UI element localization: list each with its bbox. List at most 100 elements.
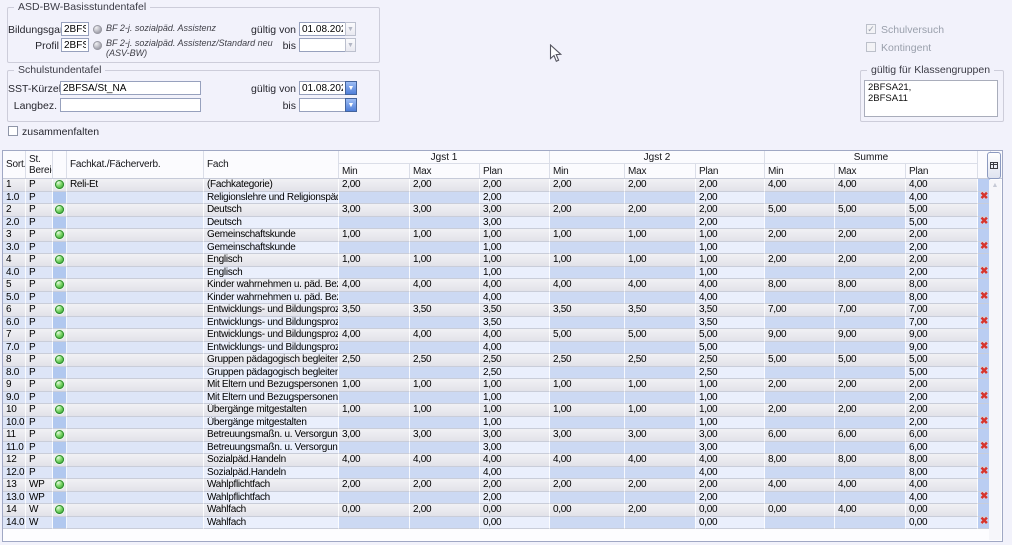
cell-jgst1-plan[interactable]: 1,00 <box>480 267 550 280</box>
cell-summe-plan[interactable]: 8,00 <box>906 454 978 467</box>
basis-gueltig-von-input[interactable] <box>299 22 346 36</box>
cell-jgst2-plan[interactable]: 1,00 <box>696 417 765 430</box>
cell-summe-plan[interactable]: 4,00 <box>906 479 978 492</box>
cell-summe-min[interactable]: 7,00 <box>765 304 835 317</box>
table-row[interactable]: 1.0 P Religionslehre und Religionspädago… <box>3 192 991 205</box>
cell-jgst1-plan[interactable]: 1,00 <box>480 242 550 255</box>
table-row[interactable]: 3.0 P Gemeinschaftskunde 1,00 1,00 2,00 … <box>3 242 991 255</box>
cell-jgst1-max[interactable]: 4,00 <box>410 279 480 292</box>
cell-jgst2-max[interactable] <box>625 217 696 230</box>
add-icon[interactable] <box>55 430 64 439</box>
cell-jgst2-plan[interactable]: 4,00 <box>696 454 765 467</box>
cell-summe-plan[interactable]: 2,00 <box>906 379 978 392</box>
table-row[interactable]: 12.0 P Sozialpäd.Handeln 4,00 4,00 8,00 … <box>3 467 991 480</box>
add-icon[interactable] <box>55 280 64 289</box>
zusammenfalten-checkbox[interactable] <box>8 126 18 136</box>
add-icon[interactable] <box>55 455 64 464</box>
table-row[interactable]: 11.0 P Betreuungsmaßn. u. Versorgungshan… <box>3 442 991 455</box>
cell-jgst1-plan[interactable]: 4,00 <box>480 279 550 292</box>
cell-jgst1-max[interactable]: 1,00 <box>410 229 480 242</box>
cell-jgst2-plan[interactable]: 1,00 <box>696 254 765 267</box>
cell-jgst1-min[interactable] <box>339 242 410 255</box>
cell-summe-plan[interactable]: 7,00 <box>906 304 978 317</box>
cell-jgst2-plan[interactable]: 4,00 <box>696 279 765 292</box>
cell-summe-min[interactable]: 9,00 <box>765 329 835 342</box>
cell-jgst2-plan[interactable]: 1,00 <box>696 404 765 417</box>
bildungsgang-input[interactable] <box>61 22 89 36</box>
cell-jgst1-min[interactable]: 3,00 <box>339 204 410 217</box>
cell-jgst2-min[interactable] <box>550 267 625 280</box>
cell-summe-plan[interactable]: 6,00 <box>906 442 978 455</box>
cell-jgst1-max[interactable] <box>410 292 480 305</box>
cell-jgst1-plan[interactable]: 1,00 <box>480 417 550 430</box>
cell-summe-min[interactable]: 5,00 <box>765 354 835 367</box>
cell-jgst2-plan[interactable]: 2,00 <box>696 204 765 217</box>
cell-jgst1-min[interactable]: 3,50 <box>339 304 410 317</box>
table-row[interactable]: 5.0 P Kinder wahrnehmen u. päd. Beziehun… <box>3 292 991 305</box>
cell-summe-max[interactable] <box>835 517 906 530</box>
cell-jgst1-min[interactable]: 2,00 <box>339 479 410 492</box>
cell-jgst2-max[interactable] <box>625 367 696 380</box>
table-row[interactable]: 2.0 P Deutsch 3,00 2,00 5,00 ✖ <box>3 217 991 230</box>
cell-jgst2-max[interactable] <box>625 417 696 430</box>
cell-summe-plan[interactable]: 5,00 <box>906 354 978 367</box>
cell-jgst1-min[interactable] <box>339 292 410 305</box>
cell-jgst2-max[interactable] <box>625 317 696 330</box>
cell-summe-max[interactable] <box>835 242 906 255</box>
cell-jgst1-plan[interactable]: 4,00 <box>480 292 550 305</box>
cell-summe-min[interactable] <box>765 367 835 380</box>
add-icon[interactable] <box>55 480 64 489</box>
delete-row-icon[interactable]: ✖ <box>980 217 988 227</box>
cell-jgst2-max[interactable] <box>625 492 696 505</box>
cell-summe-plan[interactable]: 2,00 <box>906 254 978 267</box>
cell-jgst1-plan[interactable]: 2,00 <box>480 179 550 192</box>
cell-jgst1-min[interactable] <box>339 192 410 205</box>
cell-jgst1-min[interactable] <box>339 392 410 405</box>
cell-summe-plan[interactable]: 0,00 <box>906 517 978 530</box>
cell-summe-min[interactable] <box>765 417 835 430</box>
cell-jgst2-max[interactable]: 5,00 <box>625 329 696 342</box>
table-row[interactable]: 2 P Deutsch 3,00 3,00 3,00 2,00 2,00 2,0… <box>3 204 991 217</box>
table-row[interactable]: 7.0 P Entwicklungs- und Bildungsprozesse… <box>3 342 991 355</box>
table-row[interactable]: 14.0 W Wahlfach 0,00 0,00 0,00 ✖ <box>3 517 991 530</box>
cell-jgst1-plan[interactable]: 1,00 <box>480 254 550 267</box>
cell-jgst2-max[interactable]: 4,00 <box>625 279 696 292</box>
delete-row-icon[interactable]: ✖ <box>980 392 988 402</box>
cell-summe-max[interactable] <box>835 192 906 205</box>
table-row[interactable]: 10.0 P Übergänge mitgestalten 1,00 1,00 … <box>3 417 991 430</box>
cell-jgst2-plan[interactable]: 2,00 <box>696 479 765 492</box>
cell-jgst1-plan[interactable]: 2,00 <box>480 192 550 205</box>
scroll-up-icon[interactable]: ▲ <box>989 180 1001 192</box>
delete-row-icon[interactable]: ✖ <box>980 317 988 327</box>
cell-jgst1-max[interactable] <box>410 217 480 230</box>
add-icon[interactable] <box>55 355 64 364</box>
cell-summe-plan[interactable]: 5,00 <box>906 217 978 230</box>
cell-jgst1-max[interactable]: 3,00 <box>410 204 480 217</box>
cell-jgst2-min[interactable] <box>550 242 625 255</box>
cell-jgst2-plan[interactable]: 5,00 <box>696 329 765 342</box>
cell-jgst1-plan[interactable]: 3,00 <box>480 442 550 455</box>
cell-summe-max[interactable]: 9,00 <box>835 329 906 342</box>
cell-jgst1-plan[interactable]: 2,00 <box>480 479 550 492</box>
cell-jgst2-max[interactable] <box>625 392 696 405</box>
add-icon[interactable] <box>55 305 64 314</box>
add-icon[interactable] <box>55 230 64 239</box>
table-row[interactable]: 8.0 P Gruppen pädagogisch begleiten 2,50… <box>3 367 991 380</box>
add-icon[interactable] <box>55 505 64 514</box>
cell-summe-min[interactable] <box>765 517 835 530</box>
cell-jgst2-plan[interactable]: 5,00 <box>696 342 765 355</box>
table-row[interactable]: 13 WP Wahlpflichtfach 2,00 2,00 2,00 2,0… <box>3 479 991 492</box>
kontingent-checkbox[interactable] <box>866 42 876 52</box>
cell-jgst2-plan[interactable]: 2,50 <box>696 367 765 380</box>
cell-jgst2-max[interactable]: 4,00 <box>625 454 696 467</box>
cell-jgst2-plan[interactable]: 2,00 <box>696 179 765 192</box>
table-row[interactable]: 10 P Übergänge mitgestalten 1,00 1,00 1,… <box>3 404 991 417</box>
table-row[interactable]: 9.0 P Mit Eltern und Bezugspersonen zusa… <box>3 392 991 405</box>
cell-summe-min[interactable] <box>765 442 835 455</box>
cell-summe-max[interactable] <box>835 292 906 305</box>
cell-jgst2-min[interactable]: 4,00 <box>550 454 625 467</box>
cell-summe-min[interactable] <box>765 342 835 355</box>
cell-jgst1-max[interactable]: 1,00 <box>410 379 480 392</box>
cell-jgst1-min[interactable]: 1,00 <box>339 229 410 242</box>
cell-summe-plan[interactable]: 9,00 <box>906 329 978 342</box>
